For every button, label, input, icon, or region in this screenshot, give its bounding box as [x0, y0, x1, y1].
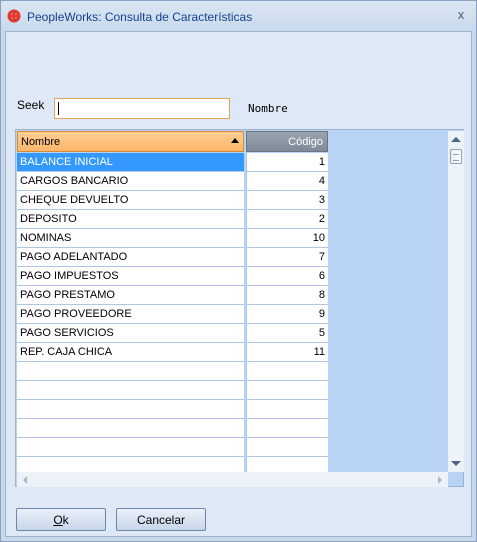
table-row[interactable]: NOMINAS 10 — [17, 229, 328, 248]
table-row[interactable] — [17, 381, 328, 400]
table-row[interactable] — [17, 438, 328, 457]
cell-nombre: PAGO ADELANTADO — [17, 248, 244, 267]
cell-codigo: 3 — [246, 191, 328, 210]
table-row[interactable] — [17, 400, 328, 419]
cell-codigo: 6 — [246, 267, 328, 286]
cell-nombre: PAGO PRESTAMO — [17, 286, 244, 305]
search-field-name: Nombre — [248, 102, 288, 115]
cell-nombre: PAGO IMPUESTOS — [17, 267, 244, 286]
table-row[interactable]: CARGOS BANCARIO 4 — [17, 172, 328, 191]
table-row[interactable]: PAGO PRESTAMO 8 — [17, 286, 328, 305]
cancel-button[interactable]: Cancelar — [116, 508, 206, 531]
column-header-nombre[interactable]: Nombre — [17, 131, 244, 152]
column-header-label: Código — [288, 136, 323, 148]
cell-nombre — [17, 419, 244, 438]
cell-nombre — [17, 381, 244, 400]
table-row[interactable]: PAGO PROVEEDORE 9 — [17, 305, 328, 324]
cell-nombre: CHEQUE DEVUELTO — [17, 191, 244, 210]
cell-codigo: 8 — [246, 286, 328, 305]
cell-nombre — [17, 362, 244, 381]
table-row[interactable]: REP. CAJA CHICA 11 — [17, 343, 328, 362]
table-row[interactable]: PAGO ADELANTADO 7 — [17, 248, 328, 267]
vertical-scrollbar[interactable] — [448, 131, 464, 472]
cell-codigo — [246, 438, 328, 457]
close-icon[interactable]: x — [454, 8, 468, 22]
cell-codigo — [246, 400, 328, 419]
text-caret — [58, 102, 59, 115]
cell-nombre: NOMINAS — [17, 229, 244, 248]
table-row[interactable] — [17, 362, 328, 381]
cell-nombre: CARGOS BANCARIO — [17, 172, 244, 191]
cell-codigo: 10 — [246, 229, 328, 248]
window-title: PeopleWorks: Consulta de Características — [27, 10, 253, 24]
erp-logo-icon — [7, 9, 21, 23]
cell-nombre — [17, 400, 244, 419]
scroll-left-icon[interactable] — [23, 476, 27, 484]
cell-nombre: REP. CAJA CHICA — [17, 343, 244, 362]
cell-codigo: 1 — [246, 153, 328, 172]
scroll-right-icon[interactable] — [438, 476, 442, 484]
cell-nombre — [17, 438, 244, 457]
cell-nombre: DEPOSITO — [17, 210, 244, 229]
cell-codigo: 5 — [246, 324, 328, 343]
title-bar: PeopleWorks: Consulta de Características… — [1, 1, 476, 31]
cell-codigo — [246, 419, 328, 438]
cell-codigo: 9 — [246, 305, 328, 324]
cell-codigo — [246, 381, 328, 400]
cell-codigo: 7 — [246, 248, 328, 267]
grid-rows: BALANCE INICIAL 1 CARGOS BANCARIO 4 CHEQUE D… — [17, 153, 328, 476]
cell-codigo: 11 — [246, 343, 328, 362]
table-row[interactable]: PAGO SERVICIOS 5 — [17, 324, 328, 343]
cell-codigo: 4 — [246, 172, 328, 191]
cell-nombre: PAGO SERVICIOS — [17, 324, 244, 343]
seek-input[interactable] — [54, 98, 230, 119]
scroll-down-icon[interactable] — [451, 461, 461, 466]
column-header-label: Nombre — [21, 136, 61, 148]
cell-nombre: BALANCE INICIAL — [17, 153, 244, 172]
ok-button[interactable]: Ok — [16, 508, 106, 531]
table-row[interactable]: BALANCE INICIAL 1 — [17, 153, 328, 172]
table-row[interactable]: PAGO IMPUESTOS 6 — [17, 267, 328, 286]
sort-ascending-icon — [231, 138, 239, 143]
scroll-thumb[interactable] — [450, 149, 462, 164]
cell-codigo: 2 — [246, 210, 328, 229]
column-header-codigo[interactable]: Código — [246, 131, 328, 152]
dialog-body: Seek Nombre Nombre Código BALANCE INICIA… — [5, 31, 472, 537]
seek-label: Seek — [17, 98, 45, 112]
results-grid[interactable]: Nombre Código BALANCE INICIAL 1 CARGOS BAN… — [15, 129, 464, 487]
table-row[interactable]: CHEQUE DEVUELTO 3 — [17, 191, 328, 210]
table-row[interactable] — [17, 419, 328, 438]
ok-mnemonic: O — [53, 513, 63, 527]
cell-nombre: PAGO PROVEEDORE — [17, 305, 244, 324]
ok-label-rest: k — [62, 513, 69, 527]
scroll-up-icon[interactable] — [451, 137, 461, 142]
horizontal-scrollbar[interactable] — [17, 472, 448, 487]
dialog-window: PeopleWorks: Consulta de Características… — [0, 0, 477, 542]
table-row[interactable]: DEPOSITO 2 — [17, 210, 328, 229]
cell-codigo — [246, 362, 328, 381]
